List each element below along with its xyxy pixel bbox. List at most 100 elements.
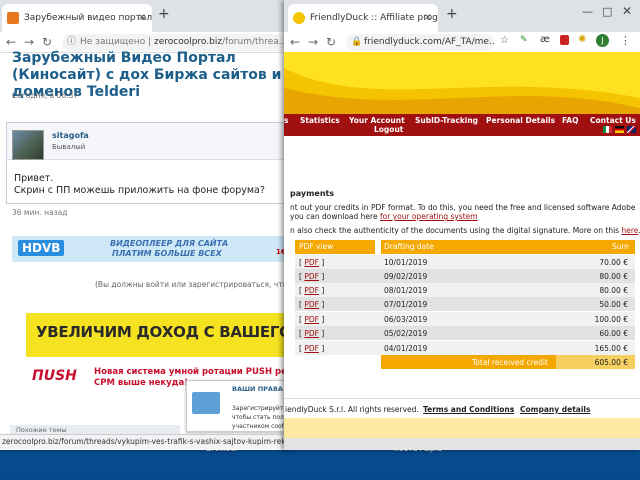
nav-item-faq[interactable]: FAQ	[562, 116, 578, 125]
profile-avatar[interactable]: J	[596, 34, 609, 47]
pdf-cell: [ PDF ]	[299, 300, 325, 309]
pdf-cell: [ PDF ]	[299, 272, 325, 281]
payments-info-line-2-text: you can download here	[290, 212, 380, 221]
pdf-link[interactable]: PDF	[304, 344, 319, 353]
pdf-cell: [ PDF ]	[299, 329, 325, 338]
minimize-icon[interactable]: —	[582, 5, 593, 18]
date-cell: 06/03/2019	[384, 315, 428, 324]
total-received-value: 605.00 €	[594, 358, 628, 367]
maximize-icon[interactable]: □	[602, 5, 612, 18]
id-card-icon	[192, 392, 220, 414]
pdf-link[interactable]: PDF	[304, 300, 319, 309]
left-url-field[interactable]: ⓘ Не защищено | zerocoolpro.biz/forum/th…	[62, 34, 288, 51]
left-url-path: /forum/threa...	[222, 37, 288, 47]
left-tab-forum[interactable]: Зарубежный видео портал (ки ×	[2, 4, 152, 32]
footer-copyright: iendlyDuck S.r.l. All rights reserved.	[285, 405, 419, 414]
date-cell: 07/01/2019	[384, 300, 428, 309]
hdvb-banner-line-1: ВИДЕОПЛЕЕР ДЛЯ САЙТА	[110, 239, 229, 248]
hdvb-banner-line-2: ПЛАТИМ БОЛЬШЕ ВСЕХ	[112, 249, 222, 258]
forum-thread-date: Сегодня, в 06:37	[12, 91, 79, 100]
close-window-icon[interactable]: ✕	[622, 4, 632, 18]
total-received-label: Total received credit	[472, 358, 548, 367]
flag-de-icon[interactable]	[615, 126, 624, 133]
payments-info-line-1: nt out your credits in PDF format. To do…	[290, 203, 636, 212]
extension-icon-2[interactable]: æ	[540, 34, 550, 45]
nav-item-subid-tracking[interactable]: SubID-Tracking	[415, 116, 478, 125]
extension-icon-3[interactable]	[560, 35, 569, 45]
pdf-link[interactable]: PDF	[304, 329, 319, 338]
forum-post-header	[7, 123, 307, 160]
footer-scrollbar[interactable]	[284, 438, 640, 450]
os-download-link[interactable]: for your operating system	[380, 212, 478, 221]
footer-company-link[interactable]: Company details	[520, 405, 590, 414]
nav-item-contact-us[interactable]: Contact Us	[590, 116, 636, 125]
similar-topics-label: Похожие темы	[16, 426, 67, 434]
right-back-icon[interactable]: ←	[290, 35, 300, 49]
pdf-cell: [ PDF ]	[299, 286, 325, 295]
payments-info-line-2: you can download here for your operating…	[290, 212, 478, 221]
nav-item-personal-details[interactable]: Personal Details	[486, 116, 555, 125]
right-forward-icon[interactable]: →	[308, 35, 318, 49]
pdf-link[interactable]: PDF	[304, 272, 319, 281]
right-tab-title: FriendlyDuck :: Affiliate program	[310, 13, 438, 23]
right-reload-icon[interactable]: ↻	[326, 35, 336, 49]
nav-item-your-account[interactable]: Your Account	[349, 116, 405, 125]
left-new-tab-icon[interactable]: +	[158, 6, 170, 22]
menu-dots-icon[interactable]: ⋮	[620, 34, 631, 47]
right-tab-close-icon[interactable]: ×	[424, 4, 432, 32]
pdf-link[interactable]: PDF	[304, 315, 319, 324]
nav-item-statistics[interactable]: Statistics	[300, 116, 340, 125]
footer-terms-link[interactable]: Terms and Conditions	[423, 405, 514, 414]
right-new-tab-icon[interactable]: +	[446, 6, 458, 22]
pdf-cell: [ PDF ]	[299, 344, 325, 353]
sum-cell: 60.00 €	[599, 329, 628, 338]
col-header-drafting-date: Drafting date	[384, 242, 434, 251]
post-username[interactable]: sitagofa	[52, 131, 89, 140]
right-url-field[interactable]: 🔒 friendlyduck.com/AF_TA/me...	[346, 34, 494, 51]
post-time: 36 мин. назад	[12, 208, 68, 217]
right-url: friendlyduck.com/AF_TA/me...	[364, 37, 494, 47]
date-cell: 09/02/2019	[384, 272, 428, 281]
right-tab-friendlyduck[interactable]: FriendlyDuck :: Affiliate program ×	[288, 4, 438, 32]
security-label: Не защищено	[80, 37, 146, 47]
status-bar-url: zerocoolpro.biz/forum/threads/vykupim-ve…	[0, 434, 292, 449]
right-address-bar: ← → ↻ 🔒 friendlyduck.com/AF_TA/me... ☆ ✎…	[284, 32, 640, 53]
pdf-link[interactable]: PDF	[304, 286, 319, 295]
signature-info-link[interactable]: here	[621, 226, 638, 235]
push-ad-line-2: CPM выше некуда!	[94, 378, 189, 388]
left-reload-icon[interactable]: ↻	[42, 35, 52, 49]
post-text-line-1: Привет.	[14, 173, 54, 184]
left-tab-title: Зарубежный видео портал (ки	[24, 13, 152, 23]
star-icon[interactable]: ☆	[500, 35, 509, 46]
date-cell: 10/01/2019	[384, 258, 428, 267]
date-cell: 08/01/2019	[384, 286, 428, 295]
left-tabstrip: Зарубежный видео портал (ки × +	[0, 0, 290, 32]
post-user-role: Бывалый	[52, 143, 86, 151]
extension-icon-4[interactable]: ✺	[578, 34, 586, 45]
flag-it-icon[interactable]	[603, 126, 612, 133]
payments-info-line-3: n also check the authenticity of the doc…	[290, 226, 640, 235]
payments-info-line-3-text: n also check the authenticity of the doc…	[290, 226, 622, 235]
pdf-cell: [ PDF ]	[299, 315, 325, 324]
nav-item-logout[interactable]: Logout	[374, 125, 403, 134]
left-back-icon[interactable]: ←	[6, 35, 16, 49]
flag-gb-icon[interactable]	[627, 126, 636, 133]
date-cell: 05/02/2019	[384, 329, 428, 338]
col-header-sum: Sum	[612, 242, 629, 251]
col-header-pdf-view: PDF view	[299, 242, 334, 251]
nav-item-partial[interactable]: s	[284, 116, 288, 125]
left-tab-close-icon[interactable]: ×	[138, 4, 146, 32]
extension-icon-1[interactable]: ✎	[520, 35, 528, 45]
lock-icon: 🔒	[351, 37, 363, 47]
info-icon: ⓘ	[67, 37, 77, 47]
duck-favicon-icon	[293, 12, 305, 24]
post-text-line-2: Скрин с ПП можешь приложить на фоне фору…	[14, 185, 265, 196]
notification-line-2: чтобы стать поле	[232, 414, 288, 421]
left-forward-icon[interactable]: →	[24, 35, 34, 49]
sum-cell: 50.00 €	[599, 300, 628, 309]
sum-cell: 100.00 €	[594, 315, 628, 324]
pdf-cell: [ PDF ]	[299, 258, 325, 267]
avatar[interactable]	[12, 130, 44, 160]
notification-line-1: Зарегистрируйте	[232, 405, 288, 412]
pdf-link[interactable]: PDF	[304, 258, 319, 267]
